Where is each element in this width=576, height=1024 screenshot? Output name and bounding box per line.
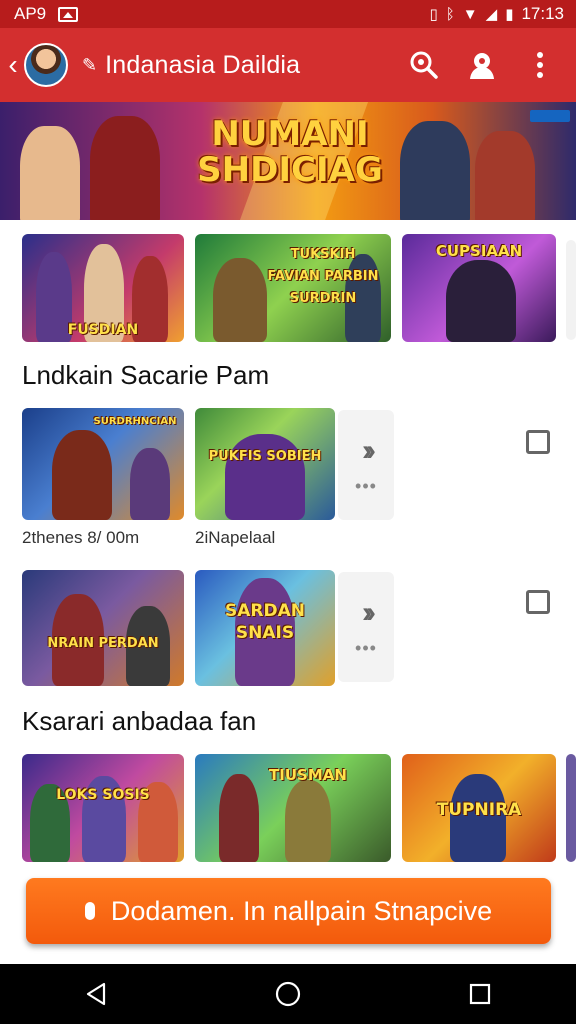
edit-icon[interactable]: ✎	[82, 55, 97, 76]
game-tile[interactable]: CUPSIAAN	[402, 234, 556, 342]
game-tile[interactable]: PUKFIS SOBIEH	[195, 408, 335, 520]
nav-recents-icon[interactable]	[460, 974, 500, 1014]
bluetooth-icon: ᛒ	[445, 5, 455, 23]
nav-home-icon[interactable]	[268, 974, 308, 1014]
tile-meta: 2thenes 8/ 00m	[22, 528, 140, 547]
hero-character-4	[475, 131, 535, 220]
game-tile[interactable]: FUSDIAN	[22, 234, 184, 342]
section-title: Lndkain Sacarie Pam	[22, 360, 270, 390]
select-checkbox[interactable]	[526, 590, 550, 614]
game-tile[interactable]: NRAIN PERDAN	[22, 570, 184, 686]
carrier-label: AP9	[14, 4, 47, 23]
avatar[interactable]	[24, 43, 68, 87]
image-notification-icon	[58, 6, 79, 22]
wifi-icon: ▼	[462, 5, 478, 23]
status-bar: AP9 ▯ ᛒ ▼ ◢ ▮ 17:13	[0, 0, 576, 28]
game-tile[interactable]: LOKS SOSIS	[22, 754, 184, 862]
tile-meta: 2iNapelaal	[195, 528, 276, 547]
game-tile[interactable]: SURDRHNCIAN	[22, 408, 184, 520]
section-title: Ksarari anbadaa fan	[22, 706, 257, 736]
clock: 17:13	[521, 4, 564, 23]
search-icon[interactable]	[408, 49, 440, 81]
hero-banner[interactable]: NUMANI SHDICIAG	[0, 102, 576, 220]
game-tile[interactable]: TUPNIRA	[402, 754, 556, 862]
dots-icon: •••	[355, 637, 377, 658]
game-tile[interactable]: SARDAN SNAIS	[195, 570, 335, 686]
more-vert-icon[interactable]	[524, 49, 556, 81]
app-bar: ‹ ✎ Indanasia Daildia	[0, 28, 576, 102]
more-tile[interactable]: ›› •••	[338, 410, 394, 520]
more-tile[interactable]: ›› •••	[338, 572, 394, 682]
hero-character-3	[400, 121, 470, 220]
next-tile-peek[interactable]	[566, 240, 576, 340]
hero-title: NUMANI SHDICIAG	[197, 114, 383, 190]
hero-character-1	[20, 126, 80, 220]
double-chevron-right-icon: ››	[362, 595, 376, 629]
dots-icon: •••	[355, 475, 377, 496]
hero-character-2	[90, 116, 160, 220]
double-chevron-right-icon: ››	[362, 433, 376, 467]
cta-label: Dodamen. In nallpain Stnapcive	[110, 895, 493, 926]
game-tile[interactable]: TUKSKIH FAVIAN PARBIN SURDRIN	[195, 234, 391, 342]
system-nav-bar	[0, 964, 576, 1024]
cta-icon	[84, 902, 95, 920]
back-icon[interactable]: ‹	[2, 49, 24, 81]
select-checkbox[interactable]	[526, 430, 550, 454]
battery-icon: ▮	[505, 5, 514, 23]
profile-icon[interactable]	[466, 49, 498, 81]
hero-badge	[530, 110, 570, 122]
app-title: Indanasia Daildia	[105, 50, 301, 79]
next-tile-peek[interactable]	[566, 754, 576, 862]
game-tile[interactable]: TIUSMAN	[195, 754, 391, 862]
nav-back-icon[interactable]	[76, 974, 116, 1014]
primary-cta-button[interactable]: Dodamen. In nallpain Stnapcive	[26, 878, 551, 944]
signal-icon: ◢	[485, 5, 498, 23]
vibrate-icon: ▯	[429, 5, 438, 23]
